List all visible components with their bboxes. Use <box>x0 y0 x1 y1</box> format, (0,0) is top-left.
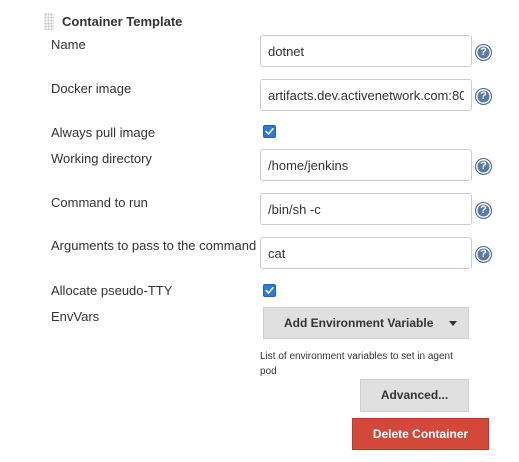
name-input[interactable] <box>260 35 472 67</box>
dropdown-caret-icon <box>449 321 457 326</box>
working-directory-input[interactable] <box>260 149 472 181</box>
name-help-icon[interactable]: ? <box>475 44 492 61</box>
add-environment-variable-label: Add Environment Variable <box>284 316 434 330</box>
checkmark-icon <box>265 128 274 135</box>
advanced-button[interactable]: Advanced... <box>360 379 469 412</box>
arguments-help-icon[interactable]: ? <box>475 246 492 263</box>
command-label: Command to run <box>51 195 148 210</box>
checkmark-icon <box>265 287 274 294</box>
command-input[interactable] <box>260 193 472 225</box>
envvars-label: EnvVars <box>51 309 100 324</box>
docker-image-label: Docker image <box>51 81 132 96</box>
command-help-icon[interactable]: ? <box>475 202 492 219</box>
docker-image-input[interactable] <box>260 79 472 111</box>
working-directory-help-icon[interactable]: ? <box>475 158 492 175</box>
tty-checkbox[interactable] <box>263 284 276 297</box>
arguments-input[interactable] <box>260 237 472 269</box>
add-environment-variable-button[interactable]: Add Environment Variable <box>263 307 469 339</box>
working-directory-label: Working directory <box>51 151 152 166</box>
delete-container-button[interactable]: Delete Container <box>352 418 489 450</box>
envvars-description: List of environment variables to set in … <box>260 351 453 377</box>
docker-image-help-icon[interactable]: ? <box>475 88 492 105</box>
name-label: Name <box>51 37 86 52</box>
always-pull-label: Always pull image <box>51 125 156 140</box>
drag-handle-icon[interactable] <box>44 13 54 30</box>
section-title: Container Template <box>62 14 183 29</box>
arguments-label: Arguments to pass to the command <box>51 238 257 253</box>
tty-label: Allocate pseudo-TTY <box>51 283 173 298</box>
always-pull-checkbox[interactable] <box>263 125 276 138</box>
